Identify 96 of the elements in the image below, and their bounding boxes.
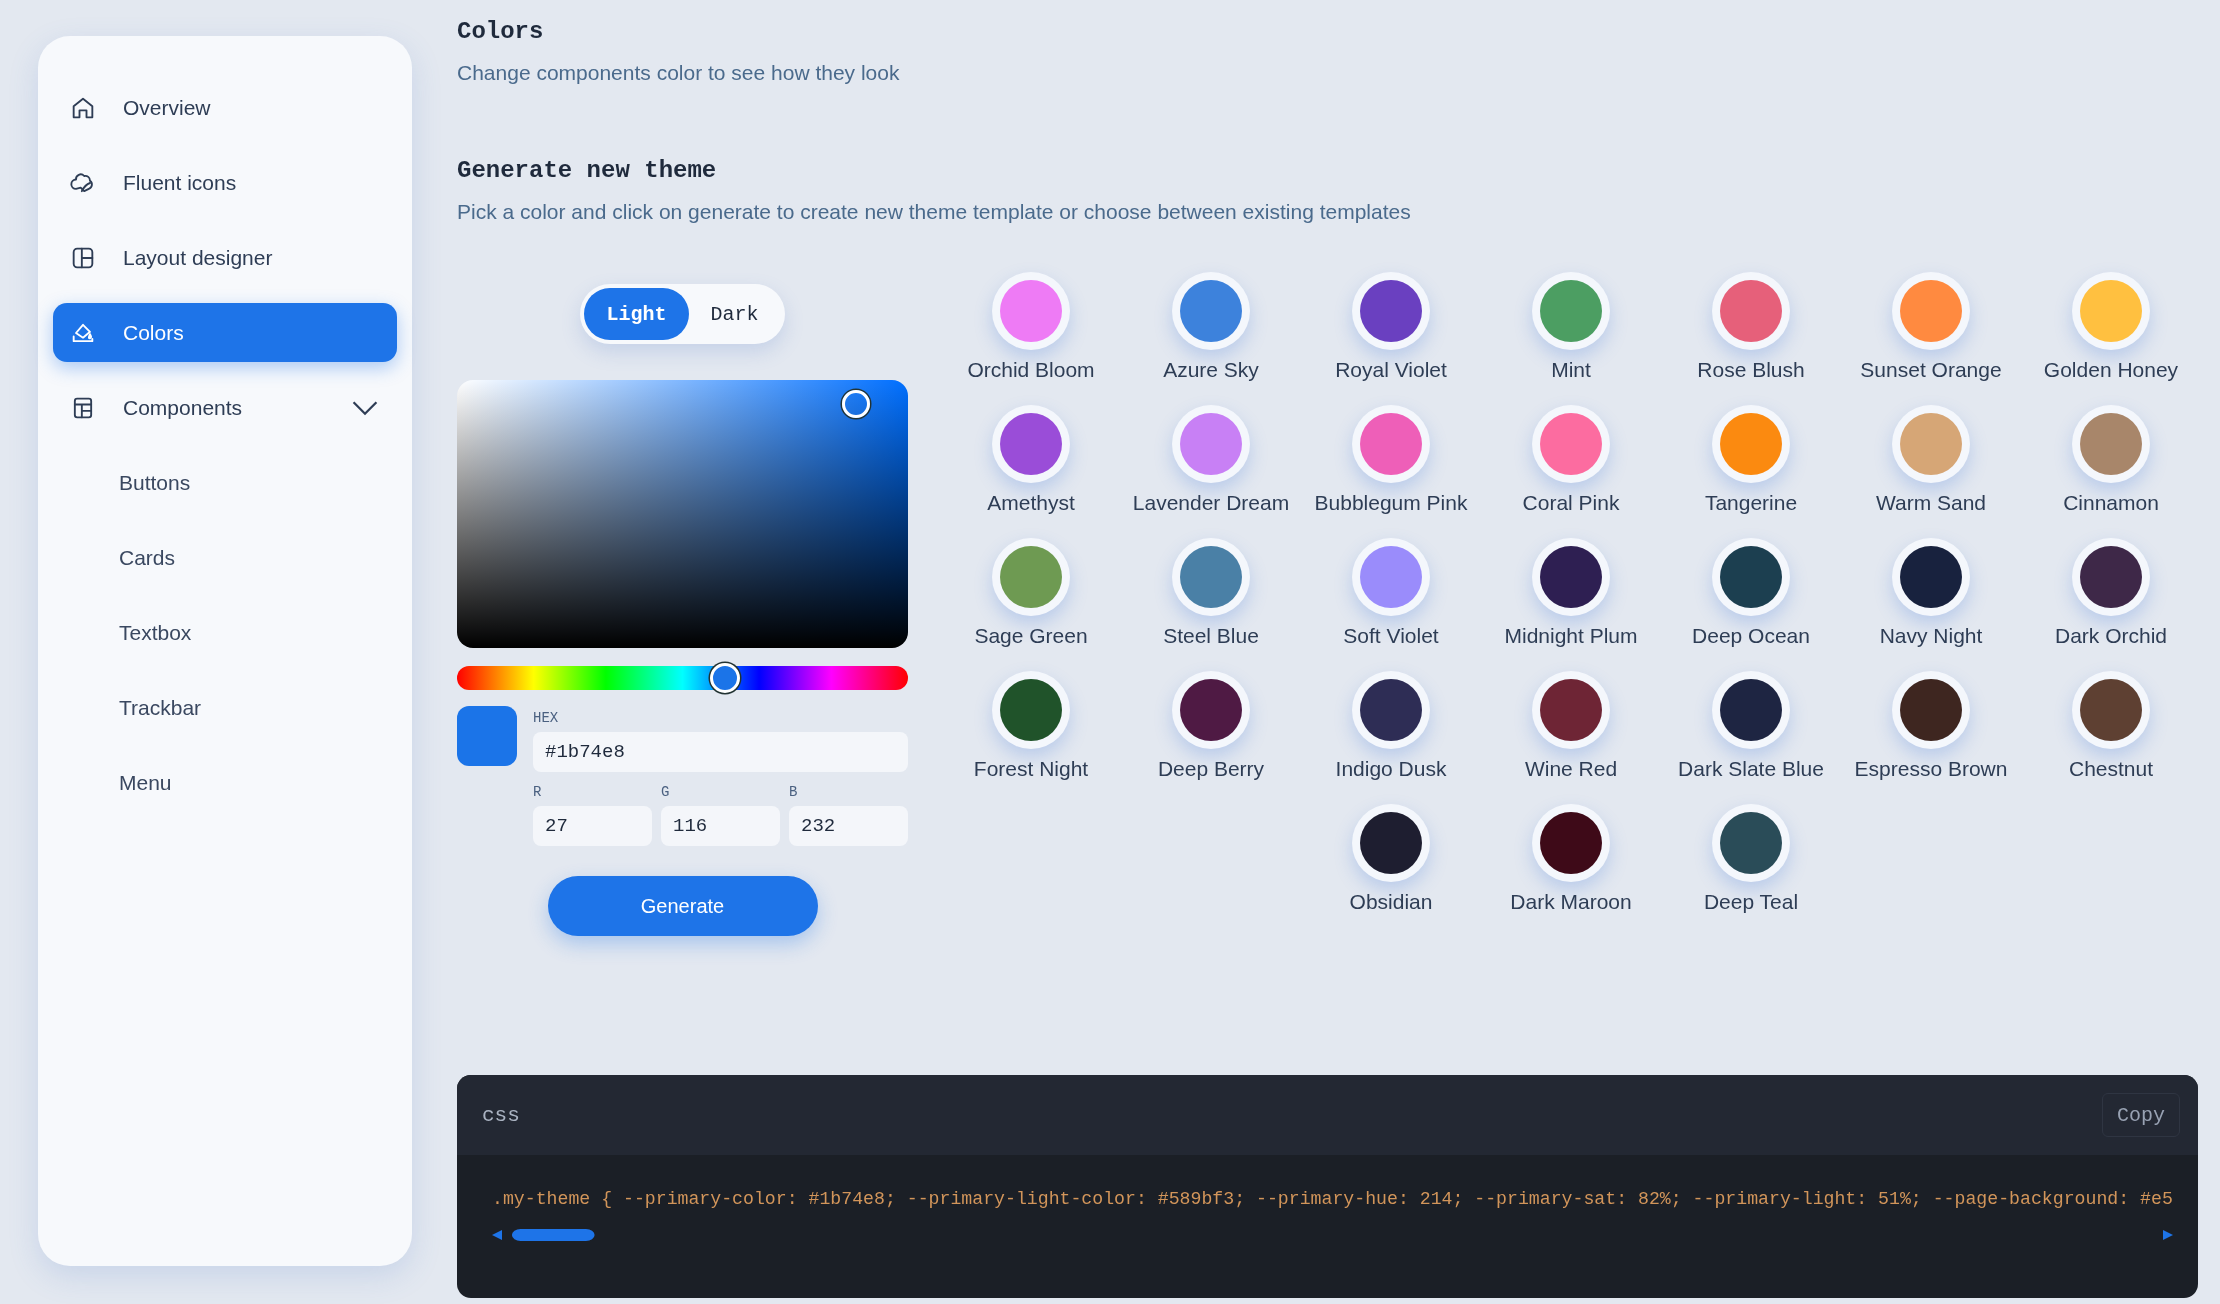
color-thumb[interactable] bbox=[841, 390, 870, 419]
nav-item[interactable]: Overview bbox=[53, 78, 397, 137]
color-swatch[interactable] bbox=[1532, 671, 1610, 749]
nav-item[interactable]: Colors bbox=[53, 303, 397, 362]
swatch-label: Soft Violet bbox=[1342, 623, 1440, 649]
swatch-label: Midnight Plum bbox=[1503, 623, 1639, 649]
section-subtitle: Change components color to see how they look bbox=[457, 61, 901, 85]
nav-subitem[interactable]: Cards bbox=[53, 528, 397, 587]
saturation-value-area[interactable] bbox=[457, 380, 908, 648]
swatch-label: Orchid Bloom bbox=[966, 357, 1096, 383]
color-swatch[interactable] bbox=[1892, 671, 1970, 749]
swatch-label: Forest Night bbox=[972, 756, 1090, 782]
swatch-label: Bubblegum Pink bbox=[1313, 490, 1469, 516]
mode-tab[interactable]: Light bbox=[584, 288, 689, 340]
nav-item[interactable]: Layout designer bbox=[53, 228, 397, 287]
color-swatch[interactable] bbox=[1532, 804, 1610, 882]
nav-subitem[interactable]: Trackbar bbox=[53, 678, 397, 737]
color-swatch[interactable] bbox=[1712, 804, 1790, 882]
swatch-label: Deep Teal bbox=[1702, 889, 1800, 915]
field-label: G bbox=[661, 784, 670, 800]
color-swatch[interactable] bbox=[1712, 272, 1790, 350]
swatch-label: Sage Green bbox=[973, 623, 1089, 649]
swatch-label: Deep Berry bbox=[1156, 756, 1266, 782]
chevron-down-icon[interactable] bbox=[351, 399, 379, 416]
color-swatch[interactable] bbox=[2072, 405, 2150, 483]
color-swatch[interactable] bbox=[2072, 671, 2150, 749]
swatch-label: Espresso Brown bbox=[1853, 756, 2009, 782]
swatch-label: Dark Slate Blue bbox=[1677, 756, 1825, 782]
swatch-label: Dark Orchid bbox=[2054, 623, 2168, 649]
color-swatch[interactable] bbox=[1352, 538, 1430, 616]
hex-field[interactable]: #1b74e8 bbox=[533, 732, 908, 772]
color-swatch[interactable] bbox=[992, 538, 1070, 616]
section-title: Colors bbox=[457, 18, 545, 45]
nav-subitem[interactable]: Textbox bbox=[53, 603, 397, 662]
nav-item[interactable]: Components bbox=[53, 378, 397, 437]
color-swatch[interactable] bbox=[1172, 671, 1250, 749]
generate-button[interactable]: Generate bbox=[547, 876, 818, 936]
mode-tab[interactable]: Dark bbox=[688, 288, 781, 340]
color-swatch[interactable] bbox=[1892, 538, 1970, 616]
swatch-label: Coral Pink bbox=[1521, 490, 1621, 516]
swatch-label: Royal Violet bbox=[1334, 357, 1448, 383]
section-subtitle: Pick a color and click on generate to create new theme template or choose between existing templates bbox=[457, 200, 1412, 224]
swatch-label: Tangerine bbox=[1703, 490, 1799, 516]
code-language: css bbox=[482, 1103, 520, 1127]
swatch-label: Steel Blue bbox=[1162, 623, 1260, 649]
color-swatch[interactable] bbox=[1352, 671, 1430, 749]
color-swatch[interactable] bbox=[1352, 272, 1430, 350]
swatch-label: Obsidian bbox=[1348, 889, 1434, 915]
field-label: B bbox=[789, 784, 798, 800]
copy-button[interactable]: Copy bbox=[2102, 1093, 2180, 1137]
color-swatch[interactable] bbox=[1172, 272, 1250, 350]
swatch-label: Lavender Dream bbox=[1131, 490, 1291, 516]
swatch-label: Amethyst bbox=[986, 490, 1076, 516]
horizontal-scrollbar[interactable] bbox=[492, 1227, 2173, 1243]
color-swatch[interactable] bbox=[1712, 671, 1790, 749]
field-label: R bbox=[533, 784, 542, 800]
swatch-label: Cinnamon bbox=[2062, 490, 2160, 516]
color-swatch[interactable] bbox=[2072, 272, 2150, 350]
color-swatch[interactable] bbox=[2072, 538, 2150, 616]
channel-field[interactable]: 232 bbox=[789, 806, 908, 846]
channel-field[interactable]: 116 bbox=[661, 806, 780, 846]
color-swatch[interactable] bbox=[1532, 538, 1610, 616]
nav-subitem[interactable]: Buttons bbox=[53, 453, 397, 512]
swatch-label: Golden Honey bbox=[2042, 357, 2180, 383]
color-swatch[interactable] bbox=[992, 671, 1070, 749]
channel-field[interactable]: 27 bbox=[533, 806, 652, 846]
nav-subitem[interactable]: Menu bbox=[53, 753, 397, 812]
code-text: .my-theme { --primary-color: #1b74e8; --primary-light-color: #589bf3; --primary-hue: 214; --primary-sat: 82%; --primary-light: 51%; --page-background: #e5 bbox=[492, 1189, 2173, 1209]
color-swatch[interactable] bbox=[1892, 272, 1970, 350]
color-swatch[interactable] bbox=[1172, 538, 1250, 616]
swatch-label: Indigo Dusk bbox=[1334, 756, 1448, 782]
swatch-label: Wine Red bbox=[1523, 756, 1619, 782]
swatch-label: Dark Maroon bbox=[1509, 889, 1633, 915]
field-label: HEX bbox=[533, 710, 559, 726]
swatch-label: Rose Blush bbox=[1696, 357, 1806, 383]
swatch-label: Sunset Orange bbox=[1859, 357, 2003, 383]
color-swatch[interactable] bbox=[1172, 405, 1250, 483]
color-swatch[interactable] bbox=[1352, 405, 1430, 483]
nav-item[interactable]: Fluent icons bbox=[53, 153, 397, 212]
swatch-label: Azure Sky bbox=[1162, 357, 1260, 383]
color-swatch[interactable] bbox=[1892, 405, 1970, 483]
swatch-label: Warm Sand bbox=[1874, 490, 1988, 516]
color-swatch[interactable] bbox=[1712, 405, 1790, 483]
color-preview bbox=[457, 706, 517, 766]
section-title: Generate new theme bbox=[457, 157, 718, 184]
swatch-label: Deep Ocean bbox=[1691, 623, 1811, 649]
swatch-label: Navy Night bbox=[1878, 623, 1984, 649]
color-swatch[interactable] bbox=[1532, 272, 1610, 350]
swatch-label: Chestnut bbox=[2067, 756, 2155, 782]
color-swatch[interactable] bbox=[1352, 804, 1430, 882]
color-swatch[interactable] bbox=[992, 272, 1070, 350]
color-swatch[interactable] bbox=[1712, 538, 1790, 616]
swatch-label: Mint bbox=[1550, 357, 1592, 383]
slider-thumb[interactable] bbox=[709, 663, 740, 693]
color-swatch[interactable] bbox=[992, 405, 1070, 483]
color-swatch[interactable] bbox=[1532, 405, 1610, 483]
